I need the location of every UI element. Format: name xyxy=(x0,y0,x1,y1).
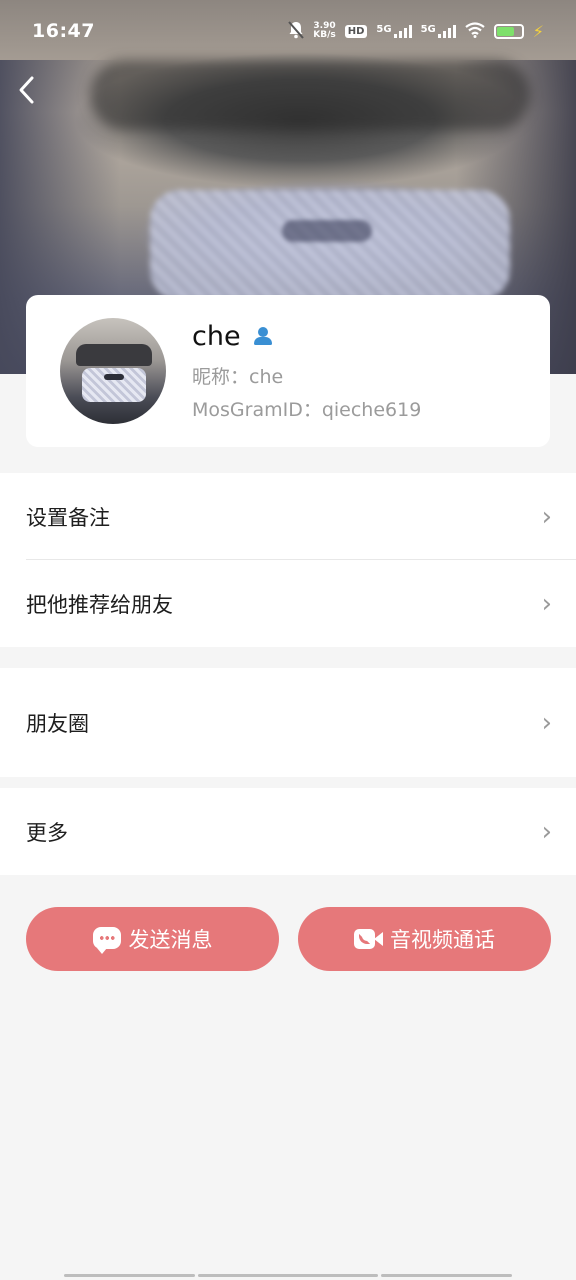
wifi-icon xyxy=(465,21,485,41)
more-item[interactable]: 更多 › xyxy=(0,788,576,875)
battery-icon xyxy=(493,23,524,39)
recommend-to-friend-label: 把他推荐给朋友 xyxy=(26,592,173,617)
send-message-button[interactable]: 发送消息 xyxy=(26,907,279,971)
signal-5g-1-icon: 5G xyxy=(376,24,412,38)
chevron-right-icon: › xyxy=(541,501,552,532)
av-call-button[interactable]: 音视频通话 xyxy=(298,907,551,971)
menu-group-moments: 朋友圈 › xyxy=(0,668,576,777)
profile-info: che 昵称：che MosGramID：qieche619 xyxy=(192,321,421,422)
gesture-bar-right xyxy=(381,1274,512,1277)
contact-profile-page: 16:47 3.90 KB/s HD 5G 5G ⚡ che 昵称：che Mo… xyxy=(0,0,576,1280)
av-call-label: 音视频通话 xyxy=(390,928,495,952)
set-remark-item[interactable]: 设置备注 › xyxy=(0,473,576,560)
set-remark-label: 设置备注 xyxy=(26,505,110,530)
moments-label: 朋友圈 xyxy=(26,711,89,736)
chevron-right-icon: › xyxy=(541,707,552,738)
back-button[interactable] xyxy=(6,70,46,110)
network-speed: 3.90 KB/s xyxy=(313,21,336,40)
recommend-to-friend-item[interactable]: 把他推荐给朋友 › xyxy=(0,560,576,647)
moments-item[interactable]: 朋友圈 › xyxy=(0,668,576,777)
video-call-icon xyxy=(354,927,383,951)
gesture-bar-center xyxy=(198,1274,378,1277)
status-icons: 3.90 KB/s HD 5G 5G ⚡ xyxy=(288,20,544,42)
signal-5g-2-icon: 5G xyxy=(421,24,456,38)
mosgram-id-text: MosGramID：qieche619 xyxy=(192,398,422,421)
name-row: che xyxy=(192,321,421,352)
person-icon xyxy=(253,326,273,346)
nickname-text: 昵称：che xyxy=(192,365,284,388)
charging-icon: ⚡ xyxy=(532,21,544,41)
mute-notification-icon xyxy=(288,20,305,42)
chat-bubble-icon xyxy=(92,927,121,954)
more-label: 更多 xyxy=(26,820,68,845)
menu-group-more: 更多 › xyxy=(0,788,576,875)
avatar[interactable] xyxy=(60,318,166,424)
status-time: 16:47 xyxy=(32,20,95,42)
chevron-right-icon: › xyxy=(541,588,552,619)
gesture-bar-left xyxy=(64,1274,195,1277)
menu-group-remark: 设置备注 › 把他推荐给朋友 › xyxy=(0,473,576,647)
hd-voice-icon: HD xyxy=(344,24,368,38)
profile-name: che xyxy=(192,320,241,352)
chevron-right-icon: › xyxy=(541,816,552,847)
send-message-label: 发送消息 xyxy=(128,928,213,952)
chevron-left-icon xyxy=(19,76,34,104)
profile-card: che 昵称：che MosGramID：qieche619 xyxy=(26,295,550,447)
status-bar: 16:47 3.90 KB/s HD 5G 5G ⚡ xyxy=(0,0,576,62)
